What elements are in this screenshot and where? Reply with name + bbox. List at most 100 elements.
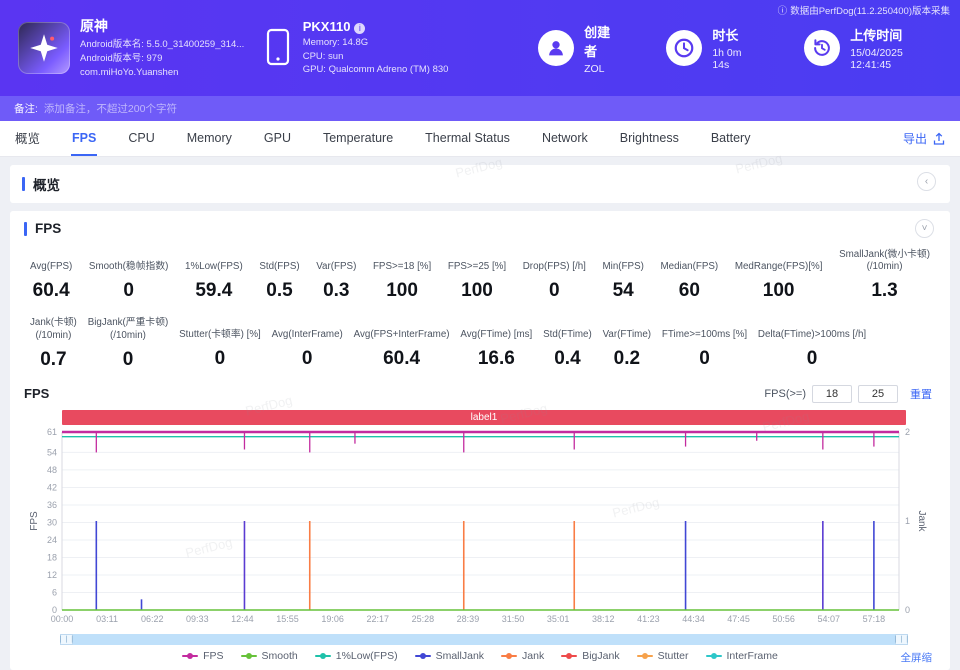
fps-chart-wrap: 0612182430364248546101200:0003:1106:2209… <box>24 427 936 632</box>
stat-value: 59.4 <box>185 280 243 302</box>
duration-value: 1h 0m 14s <box>712 47 758 71</box>
stat-value: 0.2 <box>603 348 651 370</box>
stat-value: 60.4 <box>30 280 72 302</box>
reset-button[interactable]: 重置 <box>910 386 932 402</box>
stat-value: 0 <box>272 348 343 370</box>
device-cpu: CPU: sun <box>303 50 449 64</box>
legend-label: 1%Low(FPS) <box>336 650 398 662</box>
stat-cell: Smooth(稳帧指数)0 <box>89 249 168 302</box>
stat-value: 60 <box>660 280 718 302</box>
legend-marker <box>501 655 517 657</box>
tab-temperature[interactable]: Temperature <box>322 121 394 156</box>
fps-chart[interactable]: 0612182430364248546101200:0003:1106:2209… <box>24 427 929 627</box>
svg-text:15:55: 15:55 <box>276 614 299 624</box>
collect-note-text: 数据由PerfDog(11.2.250400)版本采集 <box>790 6 950 17</box>
tab-thermal-status[interactable]: Thermal Status <box>424 121 511 156</box>
stat-value: 0 <box>179 348 261 370</box>
chart-label-banner[interactable]: label1 <box>62 410 906 425</box>
stat-value: 0 <box>523 280 586 302</box>
legend-marker <box>241 655 257 657</box>
stat-cell: Stutter(卡顿率) [%]0 <box>179 317 261 370</box>
overview-collapse-icon[interactable]: ‹ <box>917 172 936 191</box>
fps-threshold-input-2[interactable] <box>858 385 898 403</box>
scrollbar-left-grip[interactable]: ❘❘❘ <box>60 634 73 645</box>
fps-section: FPS ˅ Avg(FPS) 60.4 Smooth(稳帧指数)0 1%Low(FPS… <box>10 211 950 670</box>
legend-item-bigjank[interactable]: BigJank <box>561 650 619 662</box>
svg-text:38:12: 38:12 <box>592 614 615 624</box>
device-block: PKX110i Memory: 14.8G CPU: sun GPU: Qual… <box>265 19 492 77</box>
stat-label: Avg(FTime) [ms] <box>460 317 532 341</box>
duration-icon <box>666 30 702 66</box>
stat-label: Var(FTime) <box>603 317 651 341</box>
scrollbar-handle[interactable] <box>73 634 895 645</box>
legend-marker <box>706 655 722 657</box>
export-icon <box>932 132 946 146</box>
tab-network[interactable]: Network <box>541 121 589 156</box>
tab-cpu[interactable]: CPU <box>127 121 155 156</box>
legend-item-jank[interactable]: Jank <box>501 650 544 662</box>
phone-icon <box>265 28 291 68</box>
stat-value: 0.5 <box>259 280 299 302</box>
upload-time-group: 上传时间 15/04/2025 12:41:45 <box>804 25 942 71</box>
stat-cell: Jank(卡顿) (/10min)0.7 <box>30 317 77 370</box>
app-version-code: Android版本号: 979 <box>80 52 244 66</box>
device-gpu: GPU: Qualcomm Adreno (TM) 830 <box>303 63 449 77</box>
note-bar[interactable]: 备注: 添加备注，不超过200个字符 <box>0 96 960 121</box>
device-info: PKX110i Memory: 14.8G CPU: sun GPU: Qual… <box>303 19 449 77</box>
svg-text:22:17: 22:17 <box>366 614 389 624</box>
tab-fps[interactable]: FPS <box>71 121 97 156</box>
svg-text:6: 6 <box>52 587 57 597</box>
tab-概览[interactable]: 概览 <box>14 121 41 156</box>
fps-collapse-icon[interactable]: ˅ <box>915 219 934 238</box>
svg-text:61: 61 <box>47 427 57 437</box>
app-version-name: Android版本名: 5.5.0_31400259_314... <box>80 38 244 52</box>
legend-marker <box>315 655 331 657</box>
stat-label: Std(FPS) <box>259 249 299 273</box>
fps-threshold-input-1[interactable] <box>812 385 852 403</box>
stat-label: BigJank(严重卡顿) (/10min) <box>88 317 169 341</box>
stat-cell: Avg(FPS) 60.4 <box>30 249 72 302</box>
svg-text:50:56: 50:56 <box>772 614 795 624</box>
svg-text:36: 36 <box>47 500 57 510</box>
legend-item-interframe[interactable]: InterFrame <box>706 650 778 662</box>
fps-section-title: FPS <box>35 221 61 236</box>
stat-cell: Avg(FTime) [ms]16.6 <box>460 317 532 370</box>
upload-time-icon <box>804 30 840 66</box>
scrollbar-right-grip[interactable]: ❘❘❘ <box>895 634 908 645</box>
clock-icon <box>673 37 695 59</box>
tab-battery[interactable]: Battery <box>710 121 752 156</box>
legend-item-1-low-fps-[interactable]: 1%Low(FPS) <box>315 650 398 662</box>
info-icon: ⓘ <box>778 6 788 19</box>
svg-text:30: 30 <box>47 517 57 527</box>
chart-scrollbar[interactable]: ❘❘❘ ❘❘❘ <box>60 634 908 645</box>
svg-text:57:18: 57:18 <box>863 614 886 624</box>
fullscreen-button[interactable]: 全屏缩 <box>901 650 933 665</box>
duration-label: 时长 <box>712 25 758 44</box>
stat-label: Avg(FPS) <box>30 249 72 273</box>
svg-text:31:50: 31:50 <box>502 614 525 624</box>
legend-item-fps[interactable]: FPS <box>182 650 223 662</box>
legend-item-smalljank[interactable]: SmallJank <box>415 650 484 662</box>
fps-chart-title: FPS <box>24 386 49 401</box>
tab-memory[interactable]: Memory <box>186 121 233 156</box>
svg-text:42: 42 <box>47 482 57 492</box>
svg-text:12: 12 <box>47 570 57 580</box>
fps-threshold-label: FPS(>=) <box>764 388 806 400</box>
tab-bar: 概览 FPS CPU Memory GPU Temperature Thermal Stat… <box>0 121 960 157</box>
export-button[interactable]: 导出 <box>903 121 946 156</box>
tab-brightness[interactable]: Brightness <box>619 121 680 156</box>
note-label: 备注: <box>14 101 38 116</box>
device-info-icon[interactable]: i <box>354 23 365 34</box>
stat-cell: MedRange(FPS)[%]100 <box>735 249 823 302</box>
svg-text:25:28: 25:28 <box>412 614 435 624</box>
tab-gpu[interactable]: GPU <box>263 121 292 156</box>
legend-item-smooth[interactable]: Smooth <box>241 650 298 662</box>
stat-cell: BigJank(严重卡顿) (/10min)0 <box>88 317 169 370</box>
legend-item-stutter[interactable]: Stutter <box>637 650 689 662</box>
stat-value: 54 <box>603 280 644 302</box>
svg-text:35:01: 35:01 <box>547 614 570 624</box>
history-icon <box>811 37 833 59</box>
fps-stats-row2: Jank(卡顿) (/10min)0.7BigJank(严重卡顿) (/10mi… <box>24 317 872 370</box>
legend-label: FPS <box>203 650 223 662</box>
collect-note: ⓘ数据由PerfDog(11.2.250400)版本采集 <box>775 6 950 19</box>
